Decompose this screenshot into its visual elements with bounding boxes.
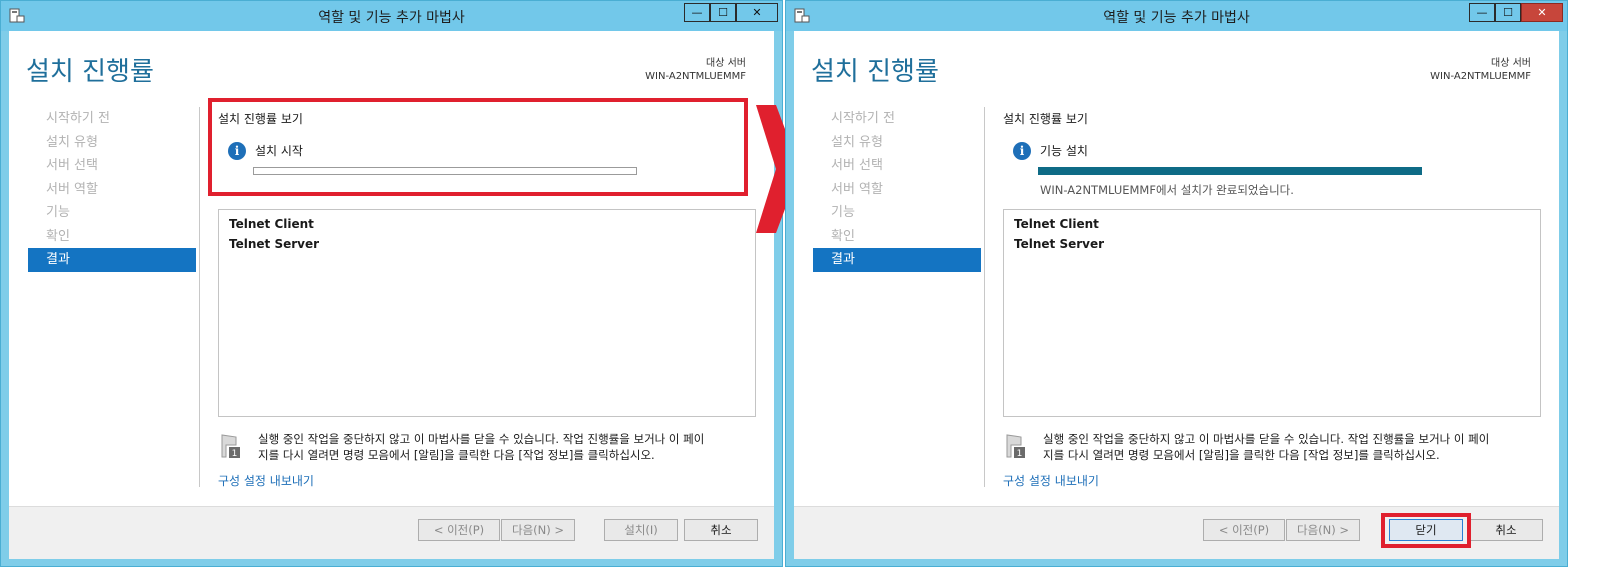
list-item: Telnet Server (229, 237, 320, 251)
wizard-window-right: 역할 및 기능 추가 마법사 — ☐ ✕ 설치 진행률 대상 서버 WIN-A2… (785, 0, 1568, 567)
cancel-button[interactable]: 취소 (684, 519, 758, 541)
previous-button[interactable]: < 이전(P) (418, 519, 500, 541)
minimize-button[interactable]: — (684, 3, 710, 22)
flag-badge: 1 (232, 449, 238, 459)
minimize-button[interactable]: — (1469, 3, 1495, 22)
page-title: 설치 진행률 (26, 57, 154, 87)
window-title: 역할 및 기능 추가 마법사 (1103, 10, 1250, 26)
target-server-label: 대상 서버 (1491, 58, 1531, 69)
nav-item-installation-type: 설치 유형 (46, 134, 98, 150)
window-title: 역할 및 기능 추가 마법사 (318, 10, 465, 26)
list-item: Telnet Client (229, 217, 314, 231)
nav-divider (984, 107, 985, 487)
flag-icon: 1 (1006, 434, 1025, 459)
nav-item-installation-type: 설치 유형 (831, 134, 883, 150)
notice-text: 실행 중인 작업을 중단하지 않고 이 마법사를 닫을 수 있습니다. 작업 진… (258, 431, 768, 463)
title-bar[interactable]: 역할 및 기능 추가 마법사 — ☐ ✕ (1, 1, 782, 31)
close-icon: ✕ (1537, 6, 1547, 19)
progress-bar (1038, 167, 1422, 175)
highlight-box-progress (208, 98, 748, 196)
target-server-name: WIN-A2NTMLUEMMF (1430, 71, 1531, 82)
feature-list: Telnet Client Telnet Server (218, 209, 756, 417)
export-configuration-link[interactable]: 구성 설정 내보내기 (1003, 472, 1099, 489)
cancel-button[interactable]: 취소 (1469, 519, 1543, 541)
target-server-name: WIN-A2NTMLUEMMF (645, 71, 746, 82)
feature-list: Telnet Client Telnet Server (1003, 209, 1541, 417)
install-button[interactable]: 설치(I) (604, 519, 678, 541)
status-label: 기능 설치 (1040, 144, 1088, 158)
highlight-box-close (1381, 513, 1471, 548)
target-server-label: 대상 서버 (706, 58, 746, 69)
nav-item-before-you-begin: 시작하기 전 (46, 111, 110, 126)
result-text: WIN-A2NTMLUEMMF에서 설치가 완료되었습니다. (1040, 183, 1294, 197)
nav-item-server-selection: 서버 선택 (46, 158, 98, 173)
maximize-icon: ☐ (718, 6, 728, 19)
title-bar[interactable]: 역할 및 기능 추가 마법사 — ☐ ✕ (786, 1, 1567, 31)
next-button[interactable]: 다음(N) > (501, 519, 575, 541)
nav-item-confirmation: 확인 (831, 228, 855, 244)
notice-line-2: 지를 다시 열려면 명령 모음에서 [알림]을 클릭한 다음 [작업 정보]를 … (258, 448, 655, 462)
target-server: 대상 서버 WIN-A2NTMLUEMMF (645, 57, 746, 83)
export-configuration-link[interactable]: 구성 설정 내보내기 (218, 472, 314, 489)
nav-item-before-you-begin: 시작하기 전 (831, 111, 895, 126)
target-server: 대상 서버 WIN-A2NTMLUEMMF (1430, 57, 1531, 83)
nav-item-server-roles: 서버 역할 (831, 181, 883, 197)
minimize-icon: — (691, 6, 703, 19)
close-icon: ✕ (752, 6, 762, 19)
previous-button[interactable]: < 이전(P) (1203, 519, 1285, 541)
notice-line-2: 지를 다시 열려면 명령 모음에서 [알림]을 클릭한 다음 [작업 정보]를 … (1043, 448, 1440, 462)
wizard-nav: 시작하기 전 설치 유형 서버 선택 서버 역할 기능 확인 결과 (28, 107, 196, 272)
close-window-button[interactable]: ✕ (736, 3, 778, 22)
wizard-nav: 시작하기 전 설치 유형 서버 선택 서버 역할 기능 확인 결과 (813, 107, 981, 272)
nav-item-results[interactable]: 결과 (28, 248, 196, 272)
wizard-footer: < 이전(P) 다음(N) > 설치(I) 취소 (9, 506, 774, 559)
wizard-window-left: 역할 및 기능 추가 마법사 — ☐ ✕ 설치 진행률 대상 서버 WIN-A2… (0, 0, 783, 567)
nav-divider (199, 107, 200, 487)
next-button[interactable]: 다음(N) > (1286, 519, 1360, 541)
close-window-button[interactable]: ✕ (1521, 3, 1563, 22)
notice-line-1: 실행 중인 작업을 중단하지 않고 이 마법사를 닫을 수 있습니다. 작업 진… (258, 432, 705, 446)
info-icon: i (1013, 142, 1031, 160)
maximize-button[interactable]: ☐ (1495, 3, 1521, 22)
progress-content: 설치 진행률 보기 i 기능 설치 WIN-A2NTMLUEMMF에서 설치가 … (993, 101, 1553, 501)
page-title: 설치 진행률 (811, 57, 939, 87)
nav-item-features: 기능 (831, 205, 855, 220)
flag-icon: 1 (221, 434, 240, 459)
list-item: Telnet Client (1014, 217, 1099, 231)
nav-item-results[interactable]: 결과 (813, 248, 981, 272)
nav-item-server-roles: 서버 역할 (46, 181, 98, 197)
list-item: Telnet Server (1014, 237, 1105, 251)
flag-badge: 1 (1017, 449, 1023, 459)
maximize-icon: ☐ (1503, 6, 1513, 19)
maximize-button[interactable]: ☐ (710, 3, 736, 22)
progress-fill (1039, 168, 1421, 174)
minimize-icon: — (1476, 6, 1488, 19)
notice-text: 실행 중인 작업을 중단하지 않고 이 마법사를 닫을 수 있습니다. 작업 진… (1043, 431, 1553, 463)
nav-item-server-selection: 서버 선택 (831, 158, 883, 173)
nav-item-confirmation: 확인 (46, 228, 70, 244)
wizard-client-area: 설치 진행률 대상 서버 WIN-A2NTMLUEMMF 시작하기 전 설치 유… (794, 31, 1559, 559)
nav-item-features: 기능 (46, 205, 70, 220)
view-progress-label: 설치 진행률 보기 (1003, 112, 1088, 126)
notice-line-1: 실행 중인 작업을 중단하지 않고 이 마법사를 닫을 수 있습니다. 작업 진… (1043, 432, 1490, 446)
